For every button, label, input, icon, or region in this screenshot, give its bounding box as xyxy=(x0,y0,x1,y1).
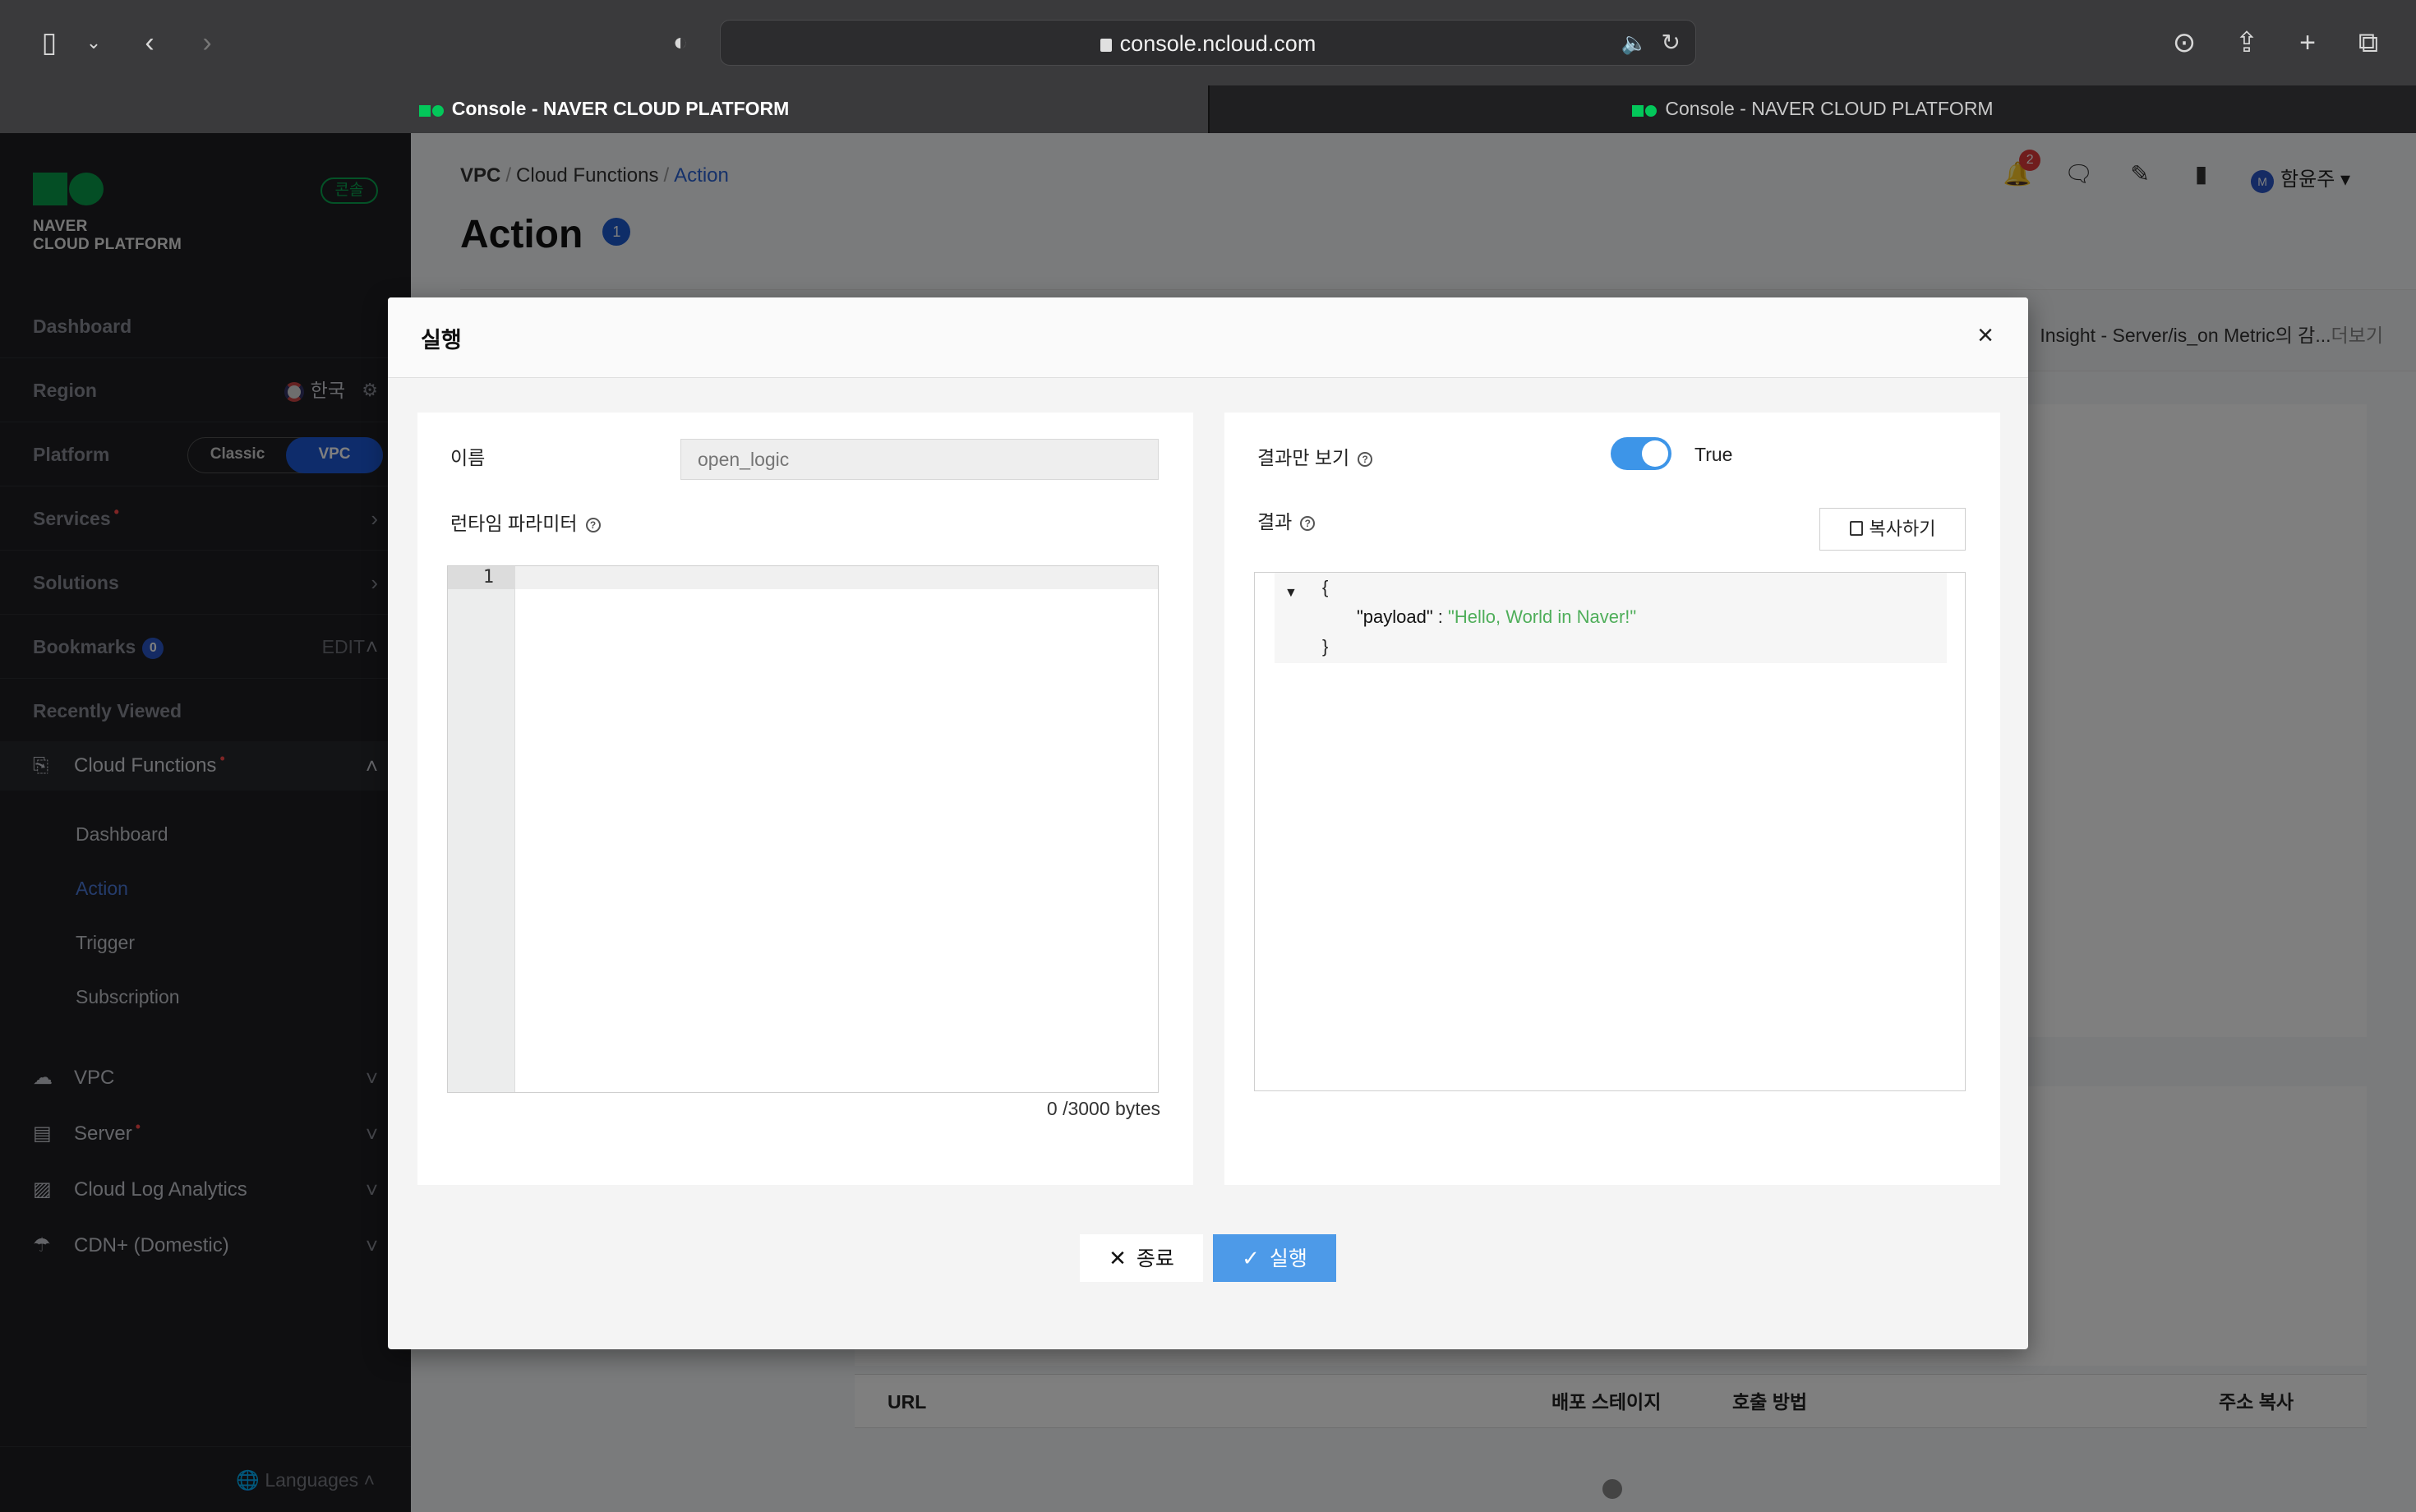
back-icon[interactable]: ‹ xyxy=(131,25,168,61)
url-text: console.ncloud.com xyxy=(1119,31,1316,56)
copy-button[interactable]: 복사하기 xyxy=(1819,508,1966,551)
lock-icon xyxy=(1100,39,1112,52)
close-icon[interactable]: × xyxy=(1969,319,2002,352)
active-line xyxy=(515,566,1158,589)
shield-icon[interactable]: ◐ xyxy=(662,25,699,61)
editor-gutter xyxy=(448,566,515,1092)
line-number: 1 xyxy=(448,566,515,589)
ncp-logo-icon xyxy=(1632,87,1658,133)
json-entry: "payload" : "Hello, World in Naver!" xyxy=(1357,606,1637,627)
json-close-brace: } xyxy=(1322,636,1329,657)
tab-overview-icon[interactable]: ⧉ xyxy=(2350,25,2386,61)
download-icon[interactable]: ⊙ xyxy=(2166,25,2202,61)
runtime-param-label: 런타임 파라미터? xyxy=(450,508,601,536)
modal-title: 실행 xyxy=(421,328,462,353)
result-label: 결과? xyxy=(1257,506,1316,534)
toggle-value: True xyxy=(1694,444,1733,465)
collapse-caret-icon[interactable]: ▼ xyxy=(1284,586,1298,601)
close-icon: ✕ xyxy=(1109,1246,1127,1270)
toggle-knob xyxy=(1642,440,1668,467)
browser-tab-inactive[interactable]: Console - NAVER CLOUD PLATFORM xyxy=(1208,85,2416,133)
ncp-logo-icon xyxy=(418,87,445,133)
result-only-label: 결과만 보기? xyxy=(1257,442,1373,470)
json-output: ▼ { "payload" : "Hello, World in Naver!"… xyxy=(1275,573,1947,663)
new-tab-icon[interactable]: + xyxy=(2289,25,2326,61)
speaker-icon[interactable]: 🔈 xyxy=(1621,30,1648,56)
close-button[interactable]: ✕ 종료 xyxy=(1080,1234,1203,1282)
browser-toolbar: ▯ ⌄ ‹ › ◐ console.ncloud.com 🔈 ↻ ⊙ ⇪ + ⧉ xyxy=(0,0,2416,85)
byte-counter: 0 /3000 bytes xyxy=(1046,1098,1160,1119)
json-open-brace: { xyxy=(1322,577,1329,597)
name-label: 이름 xyxy=(450,447,486,468)
result-only-toggle[interactable] xyxy=(1611,437,1671,470)
result-panel: 결과만 보기? True 결과? 복사하기 ▼ { "payload" : "H… xyxy=(1224,413,2000,1185)
forward-icon[interactable]: › xyxy=(189,25,225,61)
sidebar-toggle-icon[interactable]: ▯ xyxy=(31,25,67,61)
tab-bar: Console - NAVER CLOUD PLATFORM Console -… xyxy=(0,85,2416,133)
run-action-modal: 실행 × 이름 런타임 파라미터? 1 0 /3000 bytes 결과만 보기… xyxy=(388,297,2028,1349)
help-icon[interactable]: ? xyxy=(585,517,601,532)
help-icon[interactable]: ? xyxy=(1300,515,1316,531)
name-input[interactable] xyxy=(680,439,1159,480)
help-icon[interactable]: ? xyxy=(1358,451,1373,467)
result-viewer[interactable]: ▼ { "payload" : "Hello, World in Naver!"… xyxy=(1254,572,1966,1091)
modal-header: 실행 × xyxy=(388,297,2028,378)
input-panel: 이름 런타임 파라미터? 1 0 /3000 bytes xyxy=(417,413,1193,1185)
check-icon: ✓ xyxy=(1242,1246,1260,1270)
browser-tab-active[interactable]: Console - NAVER CLOUD PLATFORM xyxy=(0,85,1208,133)
address-bar[interactable]: console.ncloud.com 🔈 ↻ xyxy=(720,20,1696,66)
copy-icon xyxy=(1849,521,1863,537)
share-icon[interactable]: ⇪ xyxy=(2229,25,2265,61)
run-button[interactable]: ✓ 실행 xyxy=(1213,1234,1336,1282)
reload-icon[interactable]: ↻ xyxy=(1662,29,1681,56)
chevron-down-icon[interactable]: ⌄ xyxy=(76,25,112,61)
runtime-param-editor[interactable]: 1 xyxy=(447,565,1159,1093)
